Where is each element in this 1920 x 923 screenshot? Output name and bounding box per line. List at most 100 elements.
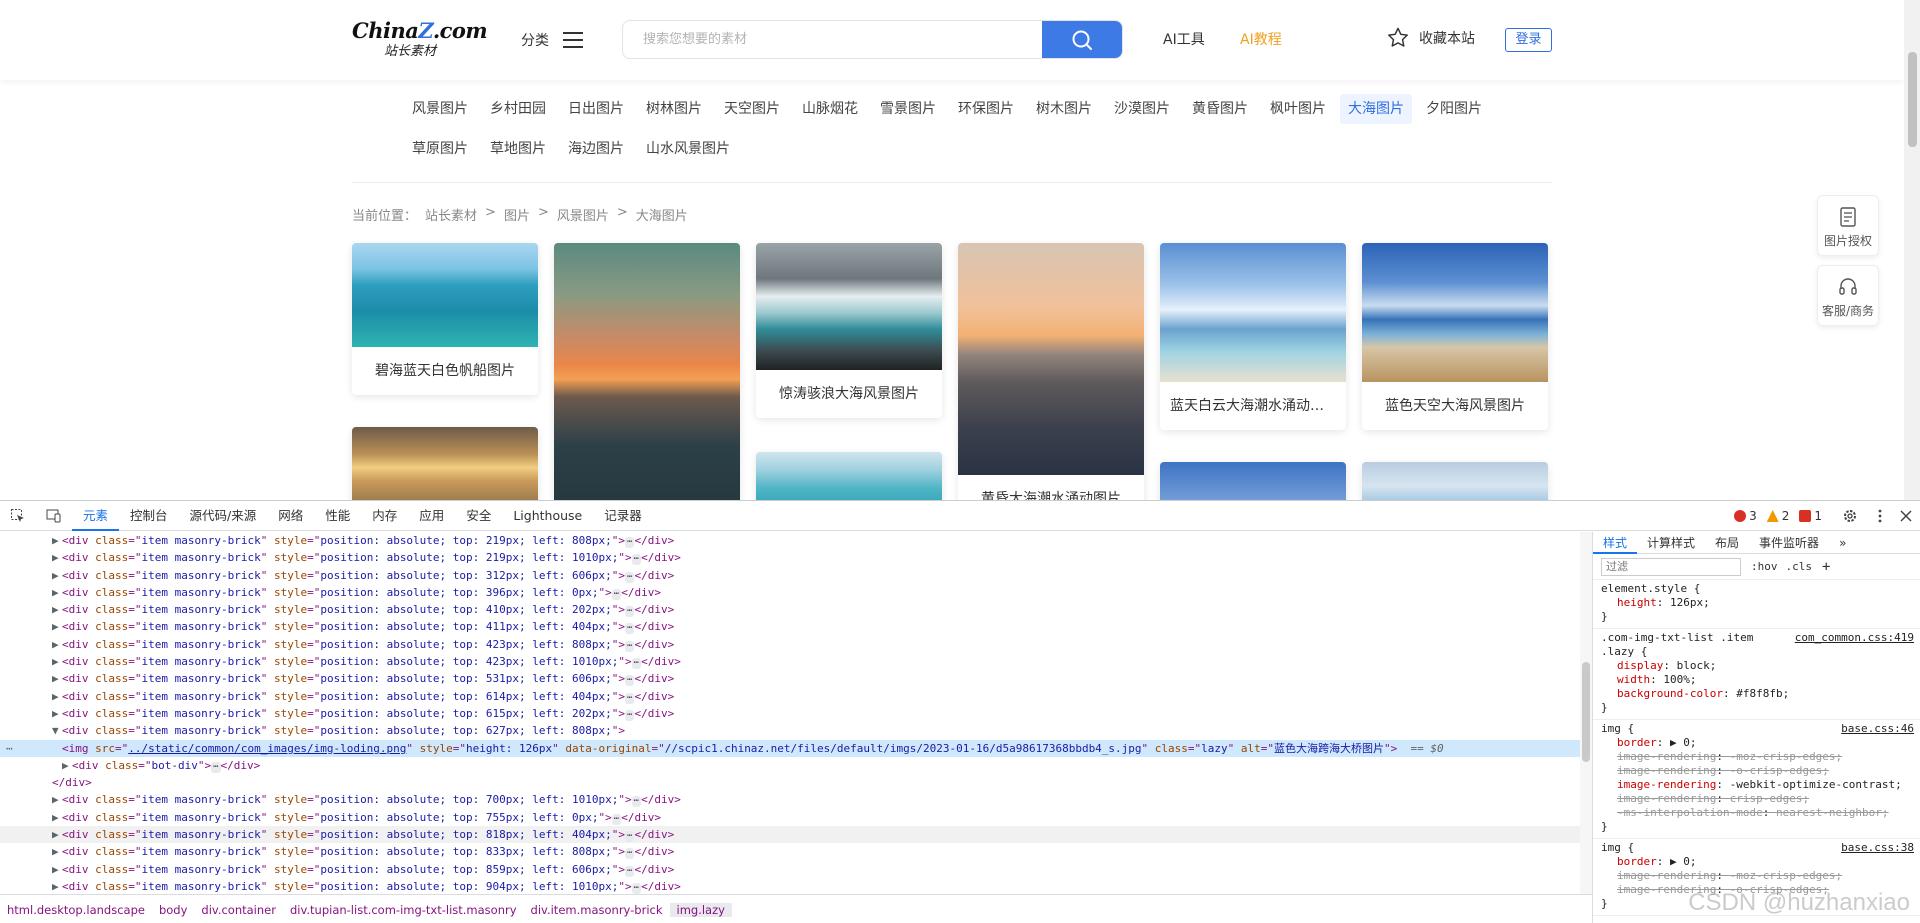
devtools-tab[interactable]: 内存 bbox=[361, 501, 408, 531]
settings-gear-icon[interactable] bbox=[1832, 501, 1868, 531]
css-property[interactable]: image-rendering: crisp-edges; bbox=[1601, 792, 1912, 806]
tag-link[interactable]: 草原图片 bbox=[404, 134, 476, 164]
dom-node[interactable]: ▶ <div class="item masonry-brick" style="… bbox=[0, 670, 1580, 687]
warning-count[interactable]: 2 bbox=[1766, 509, 1789, 523]
image-card[interactable] bbox=[756, 452, 942, 500]
tag-link[interactable]: 草地图片 bbox=[482, 134, 554, 164]
customer-service-widget[interactable]: 客服/商务 bbox=[1817, 265, 1879, 326]
rule-source-link[interactable]: base.css:46 bbox=[1841, 722, 1914, 736]
tag-link[interactable]: 黄昏图片 bbox=[1184, 94, 1256, 124]
site-logo[interactable]: ChinaZ.com 站长素材 bbox=[352, 18, 488, 60]
issue-count[interactable]: 1 bbox=[1799, 509, 1822, 523]
dom-node[interactable]: ▶ <div class="item masonry-brick" style="… bbox=[0, 843, 1580, 860]
devtools-tab[interactable]: 记录器 bbox=[593, 501, 653, 531]
elements-scrollbar[interactable] bbox=[1580, 532, 1592, 894]
tag-link[interactable]: 枫叶图片 bbox=[1262, 94, 1334, 124]
dom-node[interactable]: ▶ <div class="item masonry-brick" style="… bbox=[0, 705, 1580, 722]
rule-source-link[interactable]: base.css:38 bbox=[1841, 841, 1914, 855]
dom-breadcrumb-item[interactable]: img.lazy bbox=[669, 902, 732, 917]
search-button[interactable] bbox=[1042, 21, 1122, 58]
css-property[interactable]: border: ▶ 0; bbox=[1601, 855, 1912, 869]
css-rule[interactable]: img {base.css:46 border: ▶ 0; image-render… bbox=[1593, 720, 1920, 839]
image-card[interactable]: 蓝天白云大海潮水涌动图... bbox=[1160, 243, 1346, 430]
css-property[interactable]: image-rendering: -moz-crisp-edges; bbox=[1601, 750, 1912, 764]
devtools-tab[interactable]: 应用 bbox=[408, 501, 455, 531]
device-toolbar-icon[interactable] bbox=[36, 501, 72, 531]
css-property[interactable]: -ms-interpolation-mode: nearest-neighbor… bbox=[1601, 806, 1912, 820]
tag-link[interactable]: 树林图片 bbox=[638, 94, 710, 124]
breadcrumb-item[interactable]: 大海图片 bbox=[636, 205, 688, 224]
image-card[interactable]: 蓝色天空大海风景图片 bbox=[1362, 243, 1548, 430]
search-input[interactable] bbox=[623, 21, 1043, 58]
css-property[interactable]: width: 100%; bbox=[1601, 673, 1912, 687]
inspect-element-icon[interactable] bbox=[0, 501, 36, 531]
dom-node[interactable]: ▶ <div class="item masonry-brick" style="… bbox=[0, 567, 1580, 584]
tag-link[interactable]: 乡村田园 bbox=[482, 94, 554, 124]
css-property[interactable]: border: ▶ 0; bbox=[1601, 736, 1912, 750]
tag-link[interactable]: 日出图片 bbox=[560, 94, 632, 124]
category-menu-button[interactable]: 分类 bbox=[521, 27, 583, 53]
css-rule[interactable]: .com-img-txt-list .item .lazy {com_commo… bbox=[1593, 629, 1920, 720]
add-rule-icon[interactable]: + bbox=[1822, 559, 1830, 575]
dom-node[interactable]: ▶ <div class="item masonry-brick" style="… bbox=[0, 584, 1580, 601]
image-card[interactable] bbox=[1160, 462, 1346, 500]
styles-tab[interactable]: 计算样式 bbox=[1637, 532, 1705, 554]
css-rule[interactable]: element.style {height: 126px;} bbox=[1593, 580, 1920, 629]
image-card[interactable] bbox=[352, 427, 538, 500]
tag-link[interactable]: 海边图片 bbox=[560, 134, 632, 164]
dom-breadcrumb-item[interactable]: html.desktop.landscape bbox=[0, 903, 152, 917]
devtools-tab[interactable]: 网络 bbox=[267, 501, 314, 531]
styles-tab[interactable]: 事件监听器 bbox=[1749, 532, 1829, 554]
tag-link[interactable]: 树木图片 bbox=[1028, 94, 1100, 124]
more-tabs-icon[interactable]: » bbox=[1829, 532, 1856, 554]
dom-node[interactable]: ⋯ <img src="../static/common/com_images/… bbox=[0, 739, 1580, 757]
hov-toggle[interactable]: :hov bbox=[1751, 560, 1778, 573]
tag-link[interactable]: 沙漠图片 bbox=[1106, 94, 1178, 124]
login-button[interactable]: 登录 bbox=[1505, 28, 1552, 52]
image-card[interactable]: 惊涛骇浪大海风景图片 bbox=[756, 243, 942, 418]
rule-source-link[interactable]: com_common.css:419 bbox=[1795, 631, 1914, 645]
close-icon[interactable] bbox=[1892, 501, 1920, 531]
more-menu-icon[interactable] bbox=[1868, 501, 1892, 531]
dom-breadcrumb-item[interactable]: div.item.masonry-brick bbox=[524, 903, 670, 917]
page-scrollbar[interactable] bbox=[1904, 0, 1920, 500]
devtools-tab[interactable]: 安全 bbox=[455, 501, 502, 531]
styles-tab[interactable]: 样式 bbox=[1593, 532, 1638, 554]
tag-link[interactable]: 天空图片 bbox=[716, 94, 788, 124]
styles-tab[interactable]: 布局 bbox=[1705, 532, 1749, 554]
dom-node[interactable]: ▶ <div class="item masonry-brick" style="… bbox=[0, 826, 1580, 844]
dom-node[interactable]: ▶ <div class="item masonry-brick" style="… bbox=[0, 809, 1580, 826]
dom-node[interactable]: ▶ <div class="item masonry-brick" style="… bbox=[0, 791, 1580, 808]
dom-node[interactable]: ▶ <div class="item masonry-brick" style="… bbox=[0, 878, 1580, 894]
image-card[interactable]: 黄昏大海潮水涌动图片 bbox=[958, 243, 1144, 500]
tag-link[interactable]: 山水风景图片 bbox=[638, 134, 738, 164]
error-count[interactable]: 3 bbox=[1734, 509, 1757, 523]
dom-node[interactable]: ▶ <div class="item masonry-brick" style="… bbox=[0, 618, 1580, 635]
css-property[interactable]: height: 126px; bbox=[1601, 596, 1912, 610]
css-property[interactable]: image-rendering: -webkit-optimize-contra… bbox=[1601, 778, 1912, 792]
scrollbar-thumb[interactable] bbox=[1908, 52, 1917, 147]
scrollbar-thumb[interactable] bbox=[1582, 662, 1590, 762]
tag-link[interactable]: 夕阳图片 bbox=[1418, 94, 1490, 124]
tag-link[interactable]: 环保图片 bbox=[950, 94, 1022, 124]
cls-toggle[interactable]: .cls bbox=[1786, 560, 1813, 573]
devtools-tab[interactable]: 性能 bbox=[314, 501, 361, 531]
breadcrumb-item[interactable]: 图片 bbox=[504, 205, 530, 224]
dom-node[interactable]: ▶ <div class="item masonry-brick" style="… bbox=[0, 653, 1580, 670]
dom-node[interactable]: ▶ <div class="item masonry-brick" style="… bbox=[0, 861, 1580, 878]
image-license-widget[interactable]: 图片授权 bbox=[1817, 195, 1879, 256]
styles-filter-input[interactable] bbox=[1601, 557, 1741, 576]
breadcrumb-item[interactable]: 风景图片 bbox=[557, 205, 609, 224]
tag-link[interactable]: 大海图片 bbox=[1340, 94, 1412, 124]
css-property[interactable]: image-rendering: -o-crisp-edges; bbox=[1601, 764, 1912, 778]
devtools-tab[interactable]: 源代码/来源 bbox=[179, 501, 268, 531]
tag-link[interactable]: 雪景图片 bbox=[872, 94, 944, 124]
dom-breadcrumb-item[interactable]: div.container bbox=[194, 903, 283, 917]
header-nav-link[interactable]: AI教程 bbox=[1240, 29, 1282, 49]
dom-node[interactable]: </div> bbox=[0, 774, 1580, 791]
image-card[interactable] bbox=[1362, 462, 1548, 500]
breadcrumb-item[interactable]: 站长素材 bbox=[425, 205, 477, 224]
dom-breadcrumb-item[interactable]: div.tupian-list.com-img-txt-list.masonry bbox=[283, 903, 524, 917]
dom-node[interactable]: ▶ <div class="item masonry-brick" style="… bbox=[0, 601, 1580, 618]
tag-link[interactable]: 风景图片 bbox=[404, 94, 476, 124]
